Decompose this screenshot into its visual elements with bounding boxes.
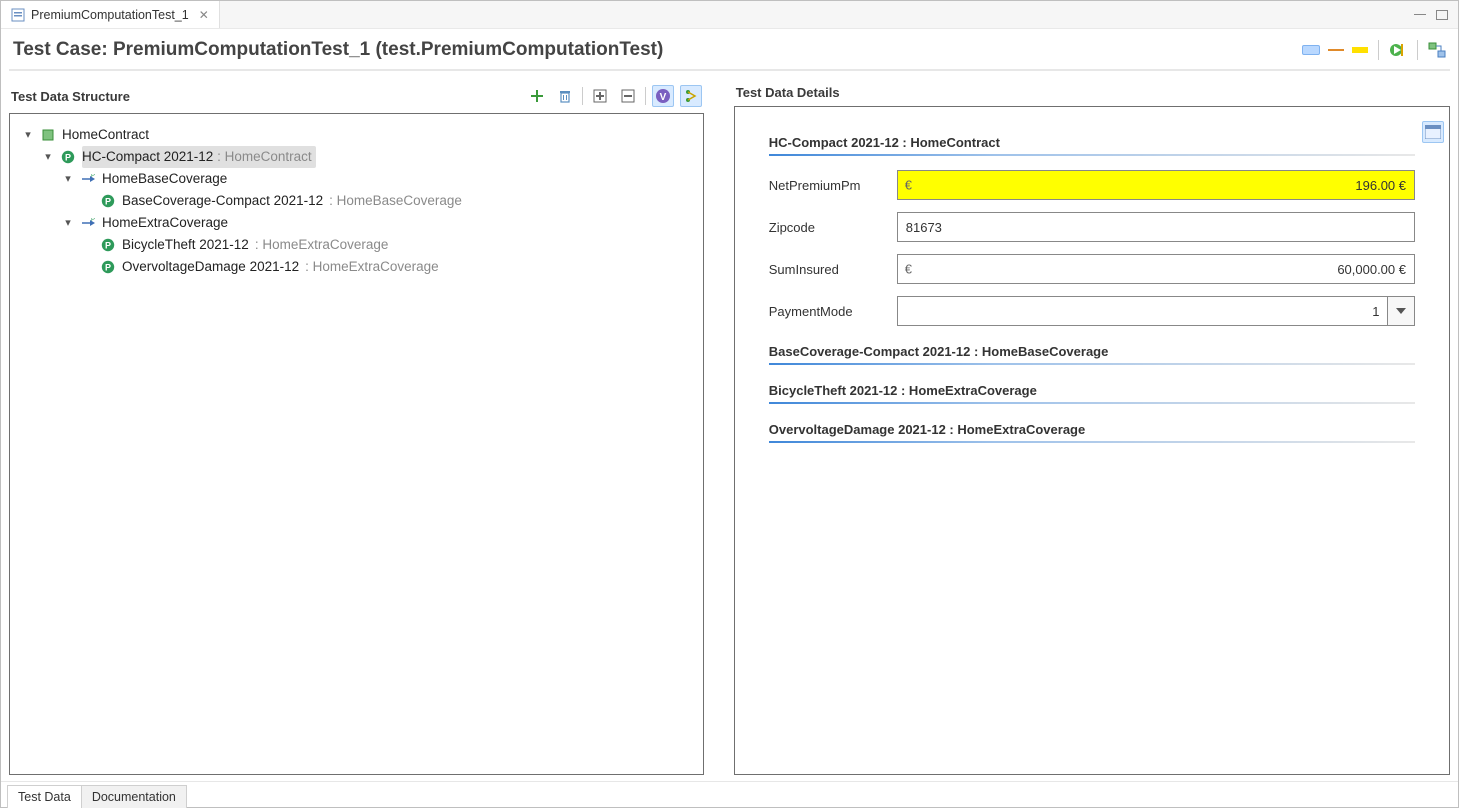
tree-type: : HomeExtraCoverage <box>255 234 389 256</box>
close-tab-icon[interactable]: ✕ <box>199 8 209 22</box>
tree-row[interactable]: P OvervoltageDamage 2021-12 : HomeExtraC… <box>18 256 695 278</box>
association-icon: P <box>80 215 96 231</box>
run-test-icon[interactable] <box>1389 41 1407 59</box>
tree-label: HomeBaseCoverage <box>102 168 227 190</box>
tree-label: HomeExtraCoverage <box>102 212 228 234</box>
highlight-row-icon[interactable] <box>1328 49 1344 51</box>
caret-icon[interactable] <box>62 168 74 190</box>
bottom-tabbar: Test Data Documentation <box>1 781 1458 807</box>
editor-tab-label: PremiumComputationTest_1 <box>31 8 189 22</box>
suminsured-input[interactable] <box>897 254 1415 284</box>
zipcode-input[interactable] <box>897 212 1415 242</box>
left-panel-title: Test Data Structure <box>11 89 130 104</box>
tree-row[interactable]: P BicycleTheft 2021-12 : HomeExtraCovera… <box>18 234 695 256</box>
svg-text:P: P <box>91 174 95 179</box>
tree-row[interactable]: P HomeBaseCoverage <box>18 168 695 190</box>
field-label-paymentmode: PaymentMode <box>769 304 885 319</box>
link-components-icon[interactable] <box>1428 41 1446 59</box>
tree-label: BicycleTheft 2021-12 <box>122 234 249 256</box>
svg-text:V: V <box>659 92 666 103</box>
dropdown-toggle-icon[interactable] <box>1388 296 1415 326</box>
editor-tabbar: PremiumComputationTest_1 ✕ <box>1 1 1458 29</box>
field-label-netpremium: NetPremiumPm <box>769 178 885 193</box>
validation-icon[interactable]: V <box>652 85 674 107</box>
tree-type: : HomeContract <box>213 149 311 164</box>
component-root-icon <box>40 127 56 143</box>
svg-text:P: P <box>105 241 111 251</box>
product-icon: P <box>100 259 116 275</box>
editor-tab[interactable]: PremiumComputationTest_1 ✕ <box>1 1 220 28</box>
testcase-file-icon <box>11 8 25 22</box>
netpremium-input[interactable] <box>897 170 1415 200</box>
paymentmode-input[interactable] <box>897 296 1389 326</box>
tree-link-icon[interactable] <box>680 85 702 107</box>
svg-text:P: P <box>105 197 111 207</box>
svg-text:P: P <box>65 153 71 163</box>
tree-row[interactable]: P HC-Compact 2021-12 : HomeContract <box>18 146 695 168</box>
minimize-icon[interactable] <box>1414 14 1426 15</box>
collapse-all-icon[interactable] <box>617 85 639 107</box>
tree-label: HomeContract <box>62 124 149 146</box>
details-layout-icon[interactable] <box>1422 121 1444 143</box>
section-header: HC-Compact 2021-12 : HomeContract <box>769 135 1415 154</box>
association-icon: P <box>80 171 96 187</box>
details-panel: HC-Compact 2021-12 : HomeContract NetPre… <box>734 106 1450 775</box>
product-icon: P <box>100 237 116 253</box>
caret-icon[interactable] <box>42 146 54 168</box>
section-header: OvervoltageDamage 2021-12 : HomeExtraCov… <box>769 422 1415 441</box>
expand-all-icon[interactable] <box>589 85 611 107</box>
caret-icon[interactable] <box>22 124 34 146</box>
page-title: Test Case: PremiumComputationTest_1 (tes… <box>13 39 663 61</box>
section-header: BaseCoverage-Compact 2021-12 : HomeBaseC… <box>769 344 1415 363</box>
field-label-suminsured: SumInsured <box>769 262 885 277</box>
right-panel-title: Test Data Details <box>736 85 840 100</box>
svg-text:P: P <box>105 263 111 273</box>
tab-test-data[interactable]: Test Data <box>7 785 82 808</box>
tab-documentation[interactable]: Documentation <box>81 785 187 808</box>
maximize-icon[interactable] <box>1436 10 1448 20</box>
tree-row-root[interactable]: HomeContract <box>18 124 695 146</box>
section-header: BicycleTheft 2021-12 : HomeExtraCoverage <box>769 383 1415 402</box>
tree-row[interactable]: P BaseCoverage-Compact 2021-12 : HomeBas… <box>18 190 695 212</box>
tree-panel: HomeContract P HC-Compact 2021-12 : Home… <box>9 113 704 775</box>
tree-label: OvervoltageDamage 2021-12 <box>122 256 299 278</box>
title-toolbar <box>1302 40 1446 60</box>
add-icon[interactable] <box>526 85 548 107</box>
tree-row[interactable]: P HomeExtraCoverage <box>18 212 695 234</box>
svg-text:P: P <box>91 218 95 223</box>
window-controls <box>1414 1 1458 28</box>
product-icon: P <box>100 193 116 209</box>
tree-label: HC-Compact 2021-12 <box>82 149 213 164</box>
highlight-cell-icon[interactable] <box>1352 47 1368 53</box>
field-label-zipcode: Zipcode <box>769 220 885 235</box>
caret-icon[interactable] <box>62 212 74 234</box>
product-icon: P <box>60 149 76 165</box>
highlight-all-icon[interactable] <box>1302 45 1320 55</box>
tree-type: : HomeExtraCoverage <box>305 256 439 278</box>
delete-icon[interactable] <box>554 85 576 107</box>
tree-label: BaseCoverage-Compact 2021-12 <box>122 190 323 212</box>
tree-type: : HomeBaseCoverage <box>329 190 462 212</box>
